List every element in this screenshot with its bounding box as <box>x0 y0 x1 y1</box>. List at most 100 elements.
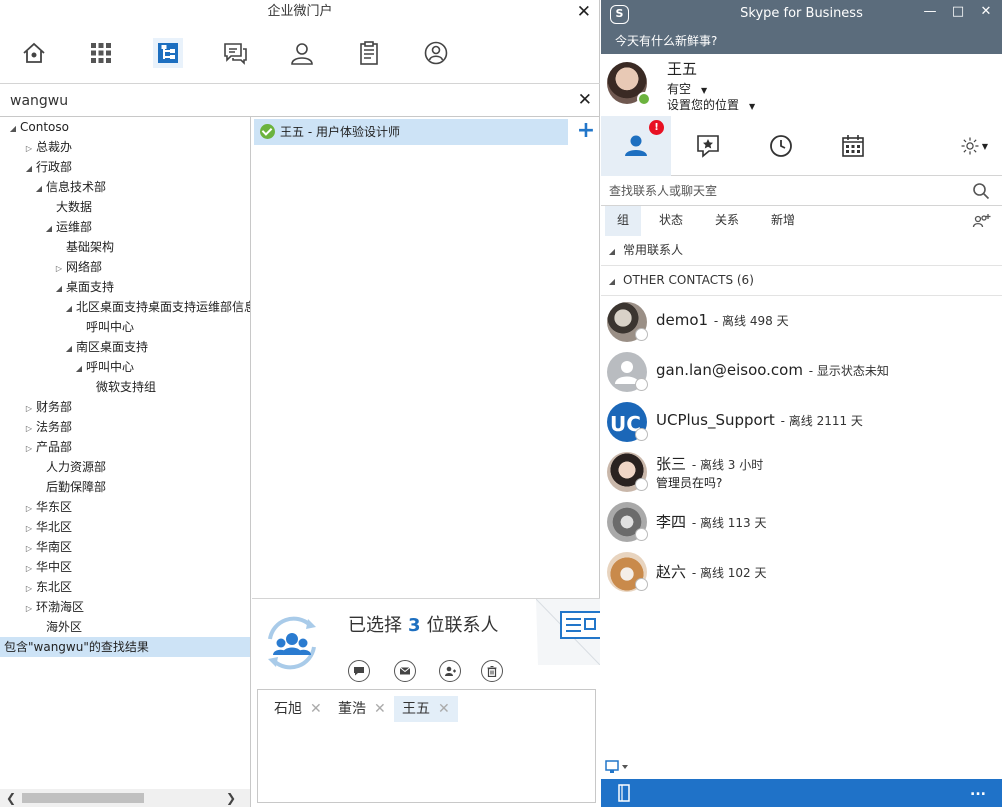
tree-item[interactable]: ▷ 环渤海区 <box>0 597 250 617</box>
close-button[interactable]: ✕ <box>577 2 591 22</box>
search-input[interactable] <box>10 90 570 112</box>
add-contact-icon[interactable] <box>972 212 992 230</box>
expanded-arrow-icon[interactable]: ◢ <box>8 119 18 137</box>
expanded-arrow-icon[interactable]: ◢ <box>64 299 74 317</box>
tree-item[interactable]: 微软支持组 <box>0 377 250 397</box>
location-dropdown[interactable]: 设置您的位置 ▼ <box>667 96 755 113</box>
filter-tab[interactable]: 新增 <box>759 206 807 236</box>
result-row[interactable]: 王五 - 用户体验设计师 <box>254 119 568 145</box>
contact-row[interactable]: 李四 - 离线 113 天 <box>601 497 1002 547</box>
chat-icon[interactable] <box>220 38 250 68</box>
tree-item[interactable]: ◢ 桌面支持 <box>0 277 250 297</box>
delete-action-button[interactable] <box>481 660 503 682</box>
contact-group-header[interactable]: ◢ OTHER CONTACTS (6) <box>601 266 1002 296</box>
tab-meetings[interactable] <box>818 116 888 176</box>
tree-item[interactable]: ▷ 财务部 <box>0 397 250 417</box>
collapsed-arrow-icon[interactable]: ▷ <box>24 559 34 577</box>
contact-row[interactable]: UC UCPlus_Support - 离线 2111 天 <box>601 397 1002 447</box>
tree-item[interactable]: 大数据 <box>0 197 250 217</box>
contact-group-header[interactable]: ◢ 常用联系人 <box>601 236 1002 266</box>
expanded-arrow-icon[interactable]: ◢ <box>74 359 84 377</box>
tree-item[interactable]: 基础架构 <box>0 237 250 257</box>
whats-happening-note[interactable]: 今天有什么新鲜事? <box>601 30 1002 54</box>
tab-history[interactable] <box>746 116 816 176</box>
collapsed-arrow-icon[interactable]: ▷ <box>24 539 34 557</box>
tree-item[interactable]: 人力资源部 <box>0 457 250 477</box>
scroll-left-button[interactable]: ❮ <box>6 789 16 807</box>
contact-row[interactable]: demo1 - 离线 498 天 <box>601 297 1002 347</box>
clear-search-button[interactable]: ✕ <box>578 90 592 110</box>
tree-item[interactable]: ▷ 华南区 <box>0 537 250 557</box>
collapsed-arrow-icon[interactable]: ▷ <box>24 599 34 617</box>
tree-item[interactable]: ▷ 华中区 <box>0 557 250 577</box>
contact-row[interactable]: gan.lan@eisoo.com - 显示状态未知 <box>601 347 1002 397</box>
clipboard-icon[interactable] <box>354 38 384 68</box>
apps-grid-icon[interactable] <box>86 38 116 68</box>
home-icon[interactable] <box>19 38 49 68</box>
tree-item[interactable]: 海外区 <box>0 617 250 637</box>
my-avatar[interactable] <box>607 62 651 106</box>
tree-item[interactable]: ◢ 行政部 <box>0 157 250 177</box>
tree-item[interactable]: 包含"wangwu"的查找结果 <box>0 637 250 657</box>
contacts-icon[interactable] <box>287 38 317 68</box>
tree-item[interactable]: ◢ 信息技术部 <box>0 177 250 197</box>
add-person-action-button[interactable] <box>439 660 461 682</box>
collapsed-arrow-icon[interactable]: ▷ <box>54 259 64 277</box>
contact-search-input[interactable] <box>609 181 959 201</box>
tree-item[interactable]: ◢ 南区桌面支持 <box>0 337 250 357</box>
tree-item[interactable]: ▷ 总裁办 <box>0 137 250 157</box>
tree-item[interactable]: ◢ 呼叫中心 <box>0 357 250 377</box>
selected-contacts-box[interactable]: 石旭 ✕ 董浩 ✕ 王五 ✕ <box>257 689 596 803</box>
business-card-icon[interactable] <box>536 599 600 665</box>
org-tree-icon[interactable] <box>153 38 183 68</box>
tree-item[interactable]: ▷ 产品部 <box>0 437 250 457</box>
audio-device-button[interactable] <box>605 760 629 777</box>
more-options-button[interactable]: ... <box>970 783 986 799</box>
tab-contacts[interactable]: ! <box>601 116 671 176</box>
expanded-arrow-icon[interactable]: ◢ <box>54 279 64 297</box>
expanded-arrow-icon[interactable]: ◢ <box>64 339 74 357</box>
presence-dropdown[interactable]: 有空 ▼ <box>667 80 707 97</box>
tree-item[interactable]: ▷ 华东区 <box>0 497 250 517</box>
mail-action-button[interactable] <box>394 660 416 682</box>
filter-tab[interactable]: 关系 <box>703 206 751 236</box>
collapsed-arrow-icon[interactable]: ▷ <box>24 579 34 597</box>
search-icon[interactable] <box>972 182 990 200</box>
remove-chip-button[interactable]: ✕ <box>374 701 386 717</box>
tree-item[interactable]: ▷ 网络部 <box>0 257 250 277</box>
expanded-arrow-icon[interactable]: ◢ <box>34 179 44 197</box>
phone-device-icon[interactable] <box>617 784 631 802</box>
selected-contact-chip[interactable]: 石旭 ✕ <box>266 696 330 722</box>
tree-item[interactable]: ▷ 华北区 <box>0 517 250 537</box>
tree-item[interactable]: ▷ 法务部 <box>0 417 250 437</box>
tree-item[interactable]: ◢ 北区桌面支持桌面支持运维部信息 <box>0 297 250 317</box>
tree-item[interactable]: 后勤保障部 <box>0 477 250 497</box>
tab-conversations[interactable] <box>673 116 743 176</box>
close-button[interactable]: ✕ <box>976 4 996 19</box>
expanded-arrow-icon[interactable]: ◢ <box>24 159 34 177</box>
collapsed-arrow-icon[interactable]: ▷ <box>24 519 34 537</box>
collapsed-arrow-icon[interactable]: ▷ <box>24 499 34 517</box>
collapsed-arrow-icon[interactable]: ▷ <box>24 139 34 157</box>
maximize-button[interactable]: □ <box>948 4 968 19</box>
contact-row[interactable]: 赵六 - 离线 102 天 <box>601 547 1002 597</box>
profile-icon[interactable] <box>421 38 451 68</box>
filter-tab[interactable]: 组 <box>605 206 642 236</box>
selected-contact-chip[interactable]: 董浩 ✕ <box>330 696 394 722</box>
scrollbar-thumb[interactable] <box>22 793 144 803</box>
remove-chip-button[interactable]: ✕ <box>438 701 450 717</box>
horizontal-scrollbar[interactable]: ❮ ❯ <box>0 789 251 807</box>
expanded-arrow-icon[interactable]: ◢ <box>44 219 54 237</box>
tree-item[interactable]: ▷ 东北区 <box>0 577 250 597</box>
minimize-button[interactable]: — <box>920 4 940 19</box>
tree-item[interactable]: ◢ Contoso <box>0 117 250 137</box>
collapsed-arrow-icon[interactable]: ▷ <box>24 399 34 417</box>
filter-tab[interactable]: 状态 <box>647 206 695 236</box>
collapsed-arrow-icon[interactable]: ▷ <box>24 419 34 437</box>
selected-contact-chip[interactable]: 王五 ✕ <box>394 696 458 722</box>
collapsed-arrow-icon[interactable]: ▷ <box>24 439 34 457</box>
scroll-right-button[interactable]: ❯ <box>226 789 236 807</box>
tree-item[interactable]: ◢ 运维部 <box>0 217 250 237</box>
settings-menu-button[interactable]: ▼ <box>949 116 999 176</box>
add-contact-button[interactable]: + <box>574 119 598 145</box>
